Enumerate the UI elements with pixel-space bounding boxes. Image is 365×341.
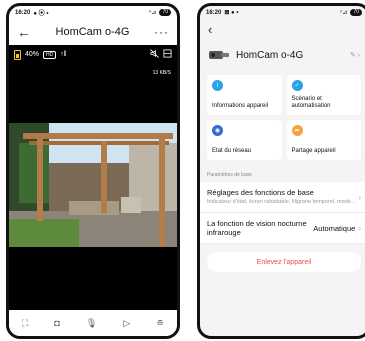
back-chevron-icon[interactable]: ‹ xyxy=(200,19,365,39)
page-title: HomCam o-4G xyxy=(55,26,130,38)
device-header[interactable]: HomCam o-4G ✎ › xyxy=(200,39,365,71)
battery-badge: 70 xyxy=(159,9,171,16)
row-subtitle: Indicateur d'état, écran rabattable, fil… xyxy=(207,199,356,205)
edit-icon[interactable]: ✎ › xyxy=(350,51,360,59)
section-heading: Paramètres de base xyxy=(207,172,253,178)
remove-device-button[interactable]: Enlevez l'appareil xyxy=(207,252,361,272)
camera-toolbar: ⛶ ◘ 🎙 ▷ ≘ xyxy=(9,310,177,336)
row-night-vision[interactable]: La fonction de vision nocturne infraroug… xyxy=(200,213,365,244)
camera-video-frame xyxy=(9,123,177,247)
screenshot-icon[interactable]: ◘ xyxy=(54,318,59,328)
row-basic-settings[interactable]: Réglages des fonctions de base Indicateu… xyxy=(200,182,365,213)
network-icon: ◉ xyxy=(212,125,223,136)
signal-icon: ⁿ⊿ xyxy=(149,10,157,16)
status-bar: 16:20 ⊠ ● • ⁿ⊿ 70 xyxy=(200,6,365,19)
row-title: Réglages des fonctions de base xyxy=(207,188,314,197)
camera-overlay-bar: 40% HD ↑‖ xyxy=(9,45,177,64)
back-arrow-icon[interactable]: ← xyxy=(17,24,31,40)
notification-icons: ● ⦿ • xyxy=(33,11,49,17)
microphone-icon[interactable]: 🎙 xyxy=(86,318,97,329)
tile-share-device[interactable]: ➦ Partage appareil xyxy=(286,120,361,160)
camera-battery-level: 40% xyxy=(25,51,40,58)
tile-label: Informations appareil xyxy=(212,103,269,109)
status-time: 16:20 xyxy=(206,9,222,16)
chevron-right-icon: › xyxy=(358,223,361,233)
tile-network-status[interactable]: ◉ Etat du réseau xyxy=(207,120,282,160)
status-bar: 16:20 ● ⦿ • ⁿ⊿ 70 xyxy=(9,6,177,19)
more-options-icon[interactable]: ··· xyxy=(154,25,169,39)
camera-live-view[interactable]: 40% HD ↑‖ 13 KB/S xyxy=(9,45,177,310)
camera-battery-icon xyxy=(14,49,21,60)
signal-icon: ⁿ⊿ xyxy=(340,10,348,16)
check-icon: ✓ xyxy=(291,80,303,91)
bitrate-readout: 13 KB/S xyxy=(152,70,171,76)
app-header: ← HomCam o-4G ··· xyxy=(9,19,177,45)
camera-signal-icon: ↑‖ xyxy=(60,51,67,58)
notification-icons: ⊠ ● • xyxy=(224,10,239,16)
shortcut-tiles: i Informations appareil ✓ Scénario et au… xyxy=(200,71,365,164)
tile-label: Scénario et automatisation xyxy=(291,96,331,109)
tile-label: Partage appareil xyxy=(291,148,336,154)
tile-label: Etat du réseau xyxy=(212,148,252,154)
info-icon: i xyxy=(212,80,223,91)
mute-icon[interactable] xyxy=(150,49,159,60)
status-time: 16:20 xyxy=(15,9,31,16)
settings-list: Réglages des fonctions de base Indicateu… xyxy=(200,182,365,244)
phone-camera-view: 16:20 ● ⦿ • ⁿ⊿ 70 ← HomCam o-4G ··· 40% … xyxy=(6,3,180,339)
quality-toggle[interactable]: HD xyxy=(43,50,57,59)
camera-device-icon xyxy=(209,51,229,59)
record-icon[interactable]: ▷ xyxy=(123,318,130,329)
share-icon: ➦ xyxy=(291,125,303,136)
phone-device-settings: 16:20 ⊠ ● • ⁿ⊿ 70 ‹ HomCam o-4G ✎ › i In… xyxy=(197,3,365,339)
row-title: La fonction de vision nocturne infraroug… xyxy=(207,219,307,237)
chevron-right-icon: › xyxy=(358,192,361,202)
gallery-icon[interactable] xyxy=(163,49,172,60)
fullscreen-icon[interactable]: ⛶ xyxy=(22,318,28,329)
tile-scenario[interactable]: ✓ Scénario et automatisation xyxy=(286,75,361,115)
row-value: Automatique xyxy=(313,223,356,233)
tile-device-info[interactable]: i Informations appareil xyxy=(207,75,282,115)
battery-badge: 70 xyxy=(350,9,362,16)
device-name: HomCam o-4G xyxy=(236,49,304,61)
menu-icon[interactable]: ≘ xyxy=(156,318,164,329)
